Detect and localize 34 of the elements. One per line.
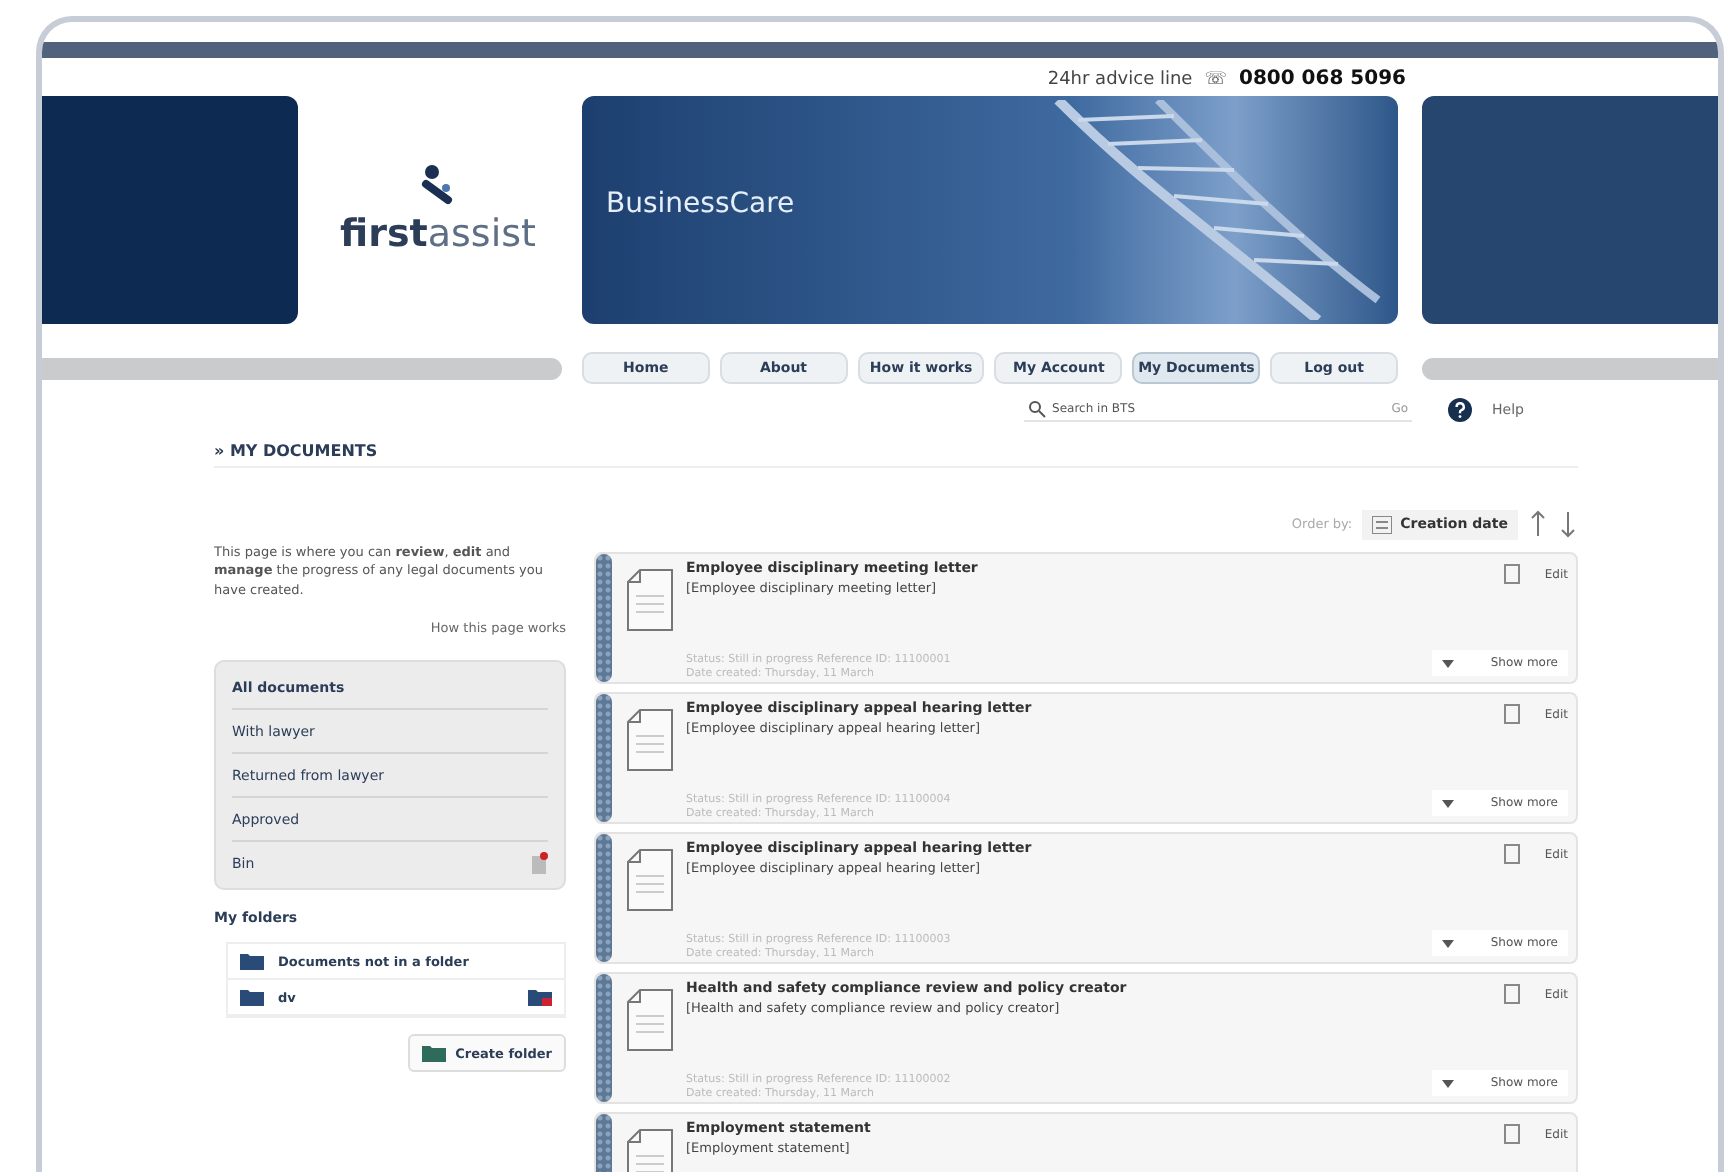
caret-icon bbox=[1442, 939, 1455, 947]
document-icon bbox=[626, 568, 674, 632]
card-handle[interactable] bbox=[596, 694, 612, 822]
sort-ascending-icon[interactable] bbox=[1528, 510, 1548, 538]
bin-icon bbox=[530, 852, 548, 875]
card-handle[interactable] bbox=[596, 974, 612, 1102]
document-icon bbox=[1504, 984, 1521, 1004]
document-icon bbox=[626, 988, 674, 1052]
search-icon bbox=[1028, 400, 1047, 418]
document-icon bbox=[626, 708, 674, 772]
help-icon[interactable] bbox=[1448, 398, 1473, 422]
document-icon bbox=[626, 848, 674, 912]
caret-icon bbox=[1442, 1079, 1455, 1087]
folder-icon bbox=[240, 988, 264, 1007]
caret-icon bbox=[1442, 799, 1455, 807]
list-icon bbox=[1372, 515, 1393, 533]
document-icon bbox=[1504, 704, 1521, 724]
logo-text: firstassist bbox=[340, 212, 536, 256]
document-icon bbox=[1504, 1124, 1521, 1144]
folder-icon bbox=[240, 952, 264, 971]
card-handle[interactable] bbox=[596, 834, 612, 962]
delete-folder-icon[interactable] bbox=[528, 988, 552, 1007]
folder-icon bbox=[421, 1044, 446, 1063]
sort-descending-icon[interactable] bbox=[1558, 510, 1578, 538]
advice-line-label: 24hr advice line bbox=[1047, 69, 1193, 89]
document-icon bbox=[1504, 844, 1521, 864]
card-handle[interactable] bbox=[596, 554, 612, 682]
advice-phone-number: 0800 068 5096 bbox=[1238, 68, 1406, 90]
document-icon bbox=[1504, 564, 1521, 584]
banner-title: BusinessCare bbox=[606, 188, 795, 220]
phone-icon: ☏ bbox=[1204, 69, 1227, 89]
section-title: » MY DOCUMENTS bbox=[214, 442, 1578, 468]
caret-icon bbox=[1442, 659, 1455, 667]
person-logo-icon bbox=[420, 164, 456, 208]
